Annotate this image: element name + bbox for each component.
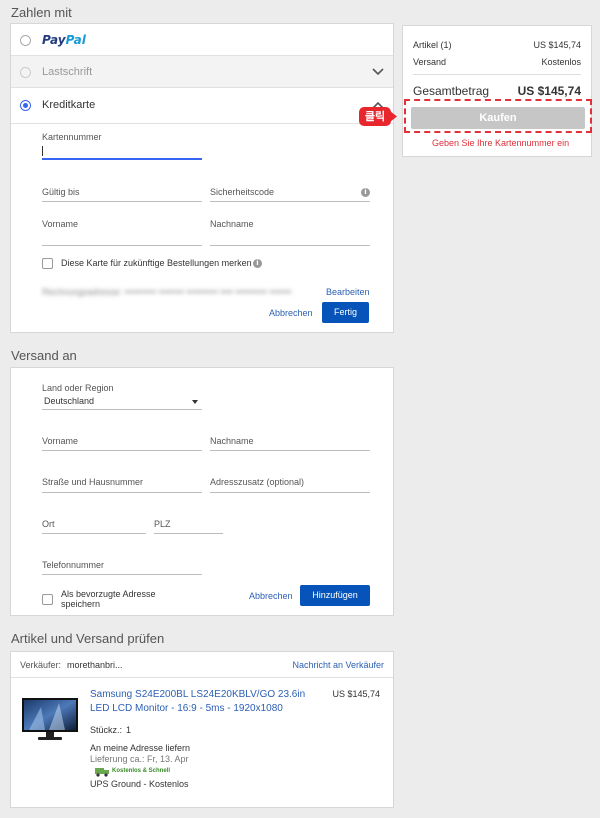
info-icon[interactable]: i [253,259,262,268]
expiry-underline [42,201,202,202]
card-number-underline [42,158,202,160]
buy-button[interactable]: Kaufen [411,107,585,129]
city-underline [42,533,146,534]
lastschrift-label: Lastschrift [42,66,93,78]
zip-field[interactable]: PLZ [154,519,171,529]
payment-option-paypal[interactable]: PayPal [11,24,393,56]
last-name-field[interactable]: Nachname [210,219,254,229]
ship-last-name-underline [210,450,370,451]
text-cursor [42,146,43,156]
phone-field[interactable]: Telefonnummer [42,560,104,570]
country-label: Land oder Region [42,383,114,393]
save-card-label: Diese Karte für zukünftige Bestellungen … [61,258,252,268]
seller-row: Verkäufer: morethanbri... Nachricht an V… [11,652,393,678]
divider [11,123,393,124]
paypal-logo: PayPal [42,33,86,47]
kreditkarte-radio[interactable] [20,100,31,111]
edit-billing-link[interactable]: Bearbeiten [326,287,370,297]
country-underline [42,409,202,410]
shipping-cancel-link[interactable]: Abbrechen [249,591,293,601]
preferred-address-label-line2: speichern [61,599,101,609]
phone-underline [42,574,202,575]
security-code-field[interactable]: Sicherheitscode [210,187,274,197]
total-value: US $145,74 [517,84,581,98]
save-card-checkbox[interactable] [42,258,53,269]
billing-address-blurred: Rechnungsadresse: •••••••••• •••••••• ••… [42,287,292,297]
country-select[interactable]: Deutschland [42,395,202,409]
item-title-line2[interactable]: LED LCD Monitor - 16:9 - 5ms - 1920x1080 [90,703,283,714]
seller-name: morethanbri... [67,660,123,670]
card-number-label: Kartennummer [42,132,102,142]
review-section-title: Artikel und Versand prüfen [11,631,165,646]
kreditkarte-label: Kreditkarte [42,99,96,111]
payment-option-kreditkarte[interactable]: Kreditkarte [11,88,393,123]
last-name-underline [210,245,370,246]
review-panel: Verkäufer: morethanbri... Nachricht an V… [10,651,394,808]
item-price: US $145,74 [332,689,380,699]
card-number-error: Geben Sie Ihre Kartennummer ein [432,138,570,148]
click-badge: 클릭 [359,107,391,126]
click-badge-arrow-icon [390,111,397,122]
paypal-radio[interactable] [20,35,31,46]
address2-underline [210,492,370,493]
first-name-field[interactable]: Vorname [42,219,78,229]
expiry-field[interactable]: Gültig bis [42,187,80,197]
product-image[interactable] [21,695,79,743]
city-field[interactable]: Ort [42,519,55,529]
contact-seller-link[interactable]: Nachricht an Verkäufer [292,660,384,670]
street-underline [42,492,202,493]
street-field[interactable]: Straße und Hausnummer [42,477,143,487]
click-badge-text: 클릭 [364,110,386,123]
total-label: Gesamtbetrag [413,84,490,98]
chevron-down-icon[interactable] [372,68,384,76]
done-button[interactable]: Fertig [322,302,369,323]
payment-option-lastschrift[interactable]: Lastschrift [11,56,393,88]
summary-divider [413,74,581,75]
ship-first-name-underline [42,450,202,451]
lastschrift-radio[interactable] [20,67,31,78]
ship-last-name-field[interactable]: Nachname [210,436,254,446]
qty-value[interactable]: 1 [126,725,131,735]
seller-label: Verkäufer: [20,660,62,670]
shipping-method: UPS Ground - Kostenlos [90,779,189,789]
shipping-label: Versand [413,57,447,67]
item-title-line1[interactable]: Samsung S24E200BL LS24E20KBLV/GO 23.6in [90,689,305,700]
preferred-address-checkbox[interactable] [42,594,53,605]
shipping-value: Kostenlos [541,57,581,67]
payment-panel: PayPal Lastschrift Kreditkarte Kartennum… [10,23,394,333]
preferred-address-label-line1: Als bevorzugte Adresse [61,589,156,599]
ship-first-name-field[interactable]: Vorname [42,436,78,446]
country-value: Deutschland [44,396,95,406]
items-label: Artikel (1) [413,40,452,50]
delivery-estimate: Lieferung ca.: Fr, 13. Apr [90,754,189,764]
zip-underline [154,533,223,534]
free-fast-badge: Kostenlos & Schnell [112,768,171,774]
qty-label: Stückz.: [90,725,123,735]
first-name-underline [42,245,202,246]
delivery-to: An meine Adresse liefern [90,743,191,753]
add-address-button[interactable]: Hinzufügen [300,585,370,606]
monitor-thumbnail [22,698,78,740]
items-value: US $145,74 [533,40,581,50]
shipping-section-title: Versand an [11,348,77,363]
truck-icon [95,768,109,777]
dropdown-arrow-icon [192,400,198,404]
payment-section-title: Zahlen mit [11,5,72,20]
card-number-input[interactable] [42,144,202,158]
shipping-panel: Land oder Region Deutschland Vorname Nac… [10,367,394,616]
payment-cancel-link[interactable]: Abbrechen [269,308,313,318]
order-summary-panel: Artikel (1) US $145,74 Versand Kostenlos… [402,25,592,157]
security-code-underline [210,201,370,202]
info-icon[interactable]: i [361,188,370,197]
address2-field[interactable]: Adresszusatz (optional) [210,477,304,487]
